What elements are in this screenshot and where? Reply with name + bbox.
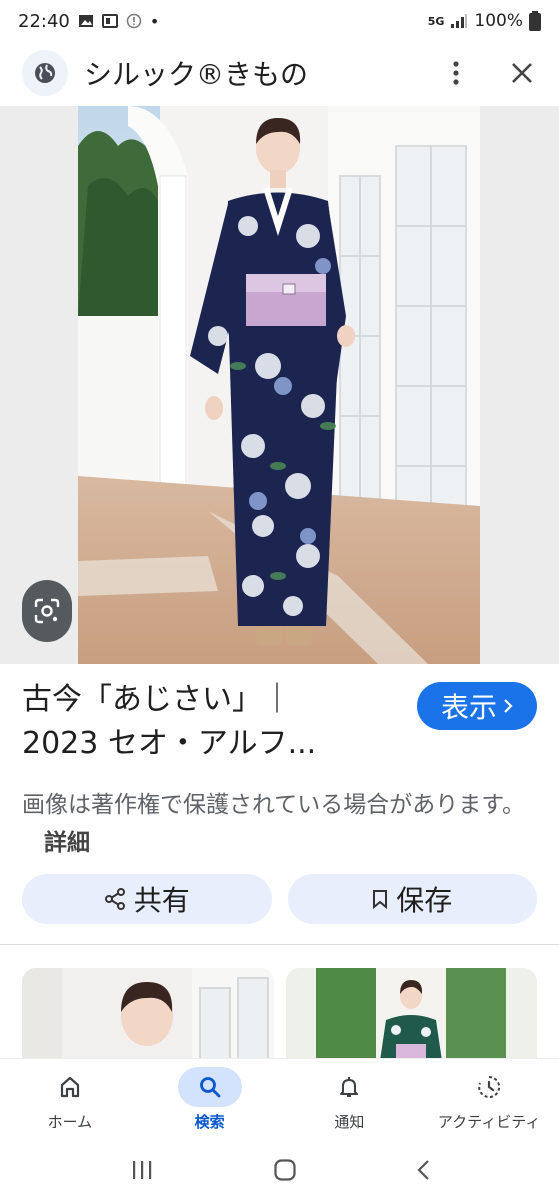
status-time: 22:40 (18, 10, 70, 32)
nav-icon-wrap (457, 1067, 521, 1107)
more-vert-icon (453, 61, 459, 85)
recent-apps-button[interactable] (130, 1159, 154, 1185)
news-icon (101, 14, 118, 28)
home-system-button[interactable] (273, 1158, 297, 1186)
share-icon (104, 888, 125, 910)
recents-icon (132, 1161, 151, 1179)
gallery-icon (78, 15, 93, 27)
nav-icon-wrap (317, 1067, 381, 1107)
globe-icon (35, 63, 55, 83)
visit-label: 表示 (440, 691, 497, 724)
action-row: 共有 保存 (22, 874, 537, 924)
related-image[interactable] (285, 968, 537, 1060)
home-icon (60, 1076, 79, 1098)
nav-icon-wrap (177, 1067, 242, 1107)
share-label: 共有 (133, 884, 190, 917)
share-button[interactable]: 共有 (22, 874, 272, 924)
page-title: シルック®きもの (84, 58, 309, 91)
image-preview[interactable] (0, 106, 559, 664)
lens-icon (34, 598, 60, 624)
close-icon (512, 63, 532, 83)
details-link[interactable]: 詳細 (44, 830, 90, 856)
signal-icon (451, 14, 468, 28)
nav-search[interactable]: 検索 (140, 1059, 280, 1144)
title-row: 古今「あじさい」｜ 2023 セオ・アルフ... 表示 (22, 678, 537, 766)
top-actions (441, 58, 537, 88)
related-image-graphic (22, 968, 274, 1060)
copyright-text: 画像は著作権で保護されている場合があります。 (22, 792, 526, 818)
search-icon (199, 1077, 221, 1098)
top-bar: シルック®きもの (0, 42, 559, 104)
nav-activity[interactable]: アクティビティ (419, 1059, 559, 1144)
status-bar: 22:40 • 5G 100% (0, 0, 559, 42)
chevron-right-icon (504, 699, 513, 713)
divider (0, 944, 559, 945)
site-favicon[interactable] (22, 50, 68, 96)
nav-notifications-label: 通知 (334, 1113, 365, 1131)
network-type: 5G (427, 14, 445, 28)
status-left: 22:40 • (18, 11, 159, 32)
related-image[interactable] (22, 968, 274, 1060)
related-image-graphic (285, 968, 537, 1060)
battery-icon (529, 11, 541, 31)
nav-home-label: ホーム (47, 1113, 93, 1131)
close-button[interactable] (507, 58, 537, 88)
copyright-notice: 画像は著作権で保護されている場合があります。詳細 (22, 786, 537, 862)
result-info: 古今「あじさい」｜ 2023 セオ・アルフ... 表示 画像は著作権で保護されて… (22, 678, 537, 862)
related-images (22, 968, 537, 1060)
nav-home[interactable]: ホーム (0, 1059, 140, 1144)
nav-search-label: 検索 (194, 1113, 225, 1131)
system-nav-bar (0, 1144, 559, 1200)
more-options-button[interactable] (441, 58, 471, 88)
nav-icon-wrap (38, 1067, 102, 1107)
kimono-photo[interactable] (78, 106, 480, 664)
activity-icon (478, 1075, 501, 1098)
bookmark-icon (373, 890, 388, 909)
dot-icon: • (149, 11, 160, 31)
photo-illustration (78, 106, 480, 664)
save-button[interactable]: 保存 (287, 874, 537, 924)
back-button[interactable] (416, 1159, 430, 1185)
bottom-nav: ホーム 検索 通知 アクティビティ (0, 1058, 559, 1144)
save-label: 保存 (396, 884, 453, 917)
nav-activity-label: アクティビティ (437, 1113, 541, 1131)
google-lens-button[interactable] (22, 580, 72, 642)
info-circle-icon (126, 13, 142, 29)
status-right: 5G 100% (428, 11, 541, 31)
bell-icon (340, 1077, 359, 1097)
result-title[interactable]: 古今「あじさい」｜ 2023 セオ・アルフ... (22, 678, 392, 766)
home-square-icon (273, 1159, 296, 1181)
nav-notifications[interactable]: 通知 (280, 1059, 420, 1144)
battery-level: 100% (474, 11, 523, 31)
visit-button[interactable]: 表示 (416, 682, 537, 730)
back-chevron-icon (416, 1160, 429, 1180)
